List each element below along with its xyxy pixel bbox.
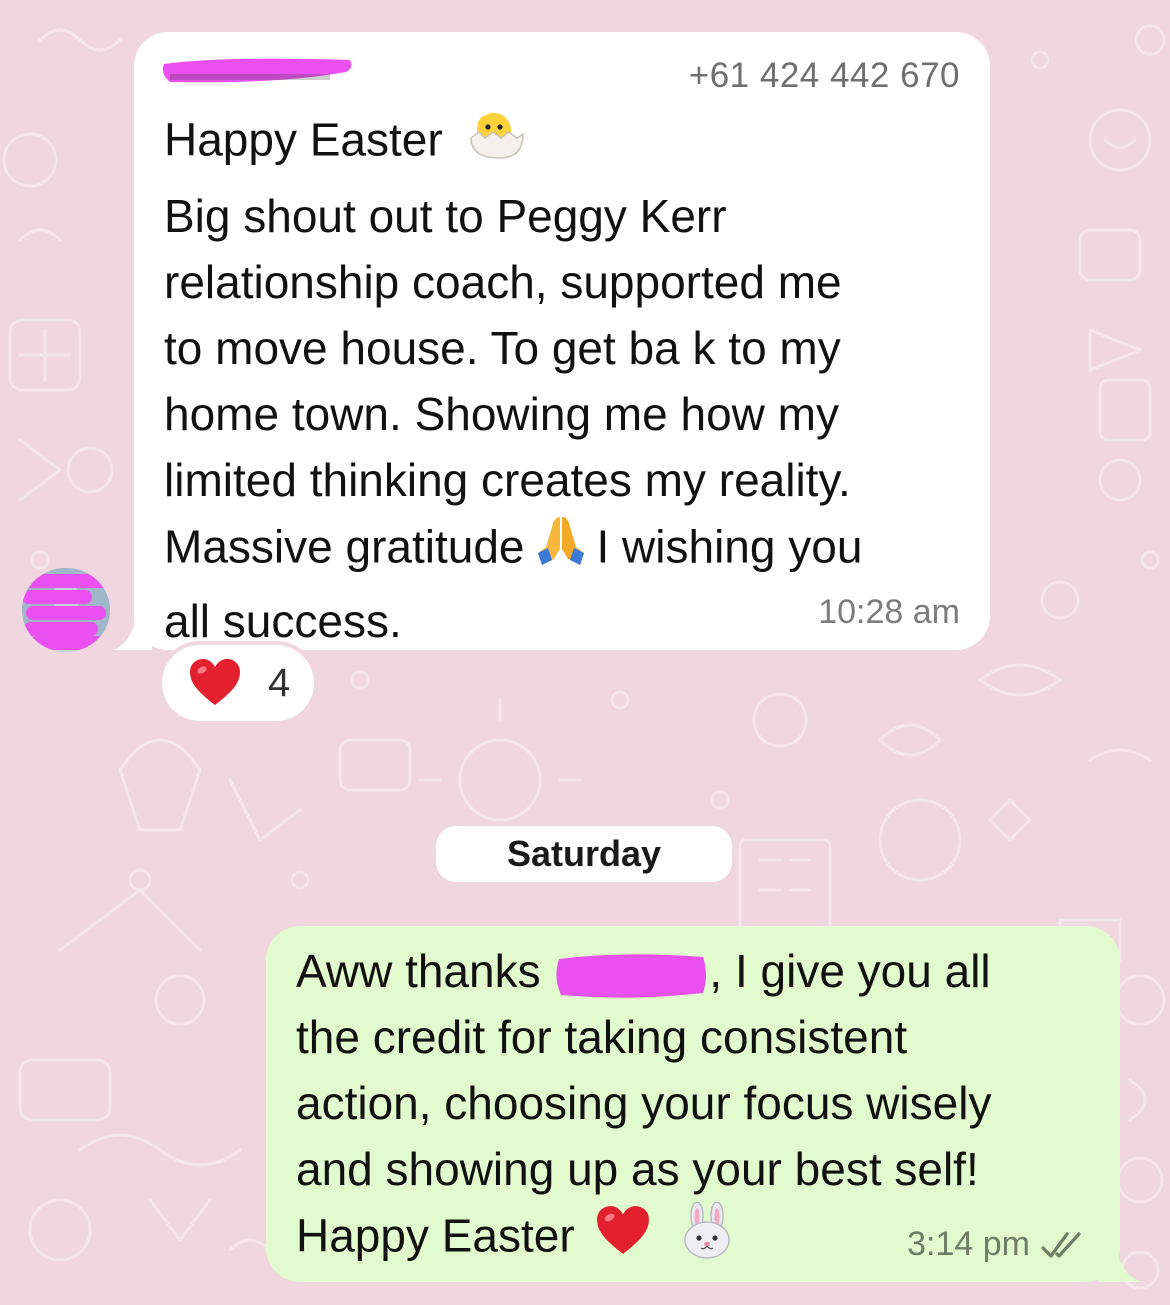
bunny-face-icon xyxy=(680,1201,734,1277)
message-line: Big shout out to Peggy Kerr xyxy=(164,190,727,242)
outgoing-message-bubble[interactable]: Aww thanks , I give you all the credit f… xyxy=(266,926,1120,1282)
message-line: limited thinking creates my reality. xyxy=(164,454,851,506)
message-text-segment: Happy Easter xyxy=(164,113,443,166)
message-text-segment: Aww thanks xyxy=(296,945,541,997)
outgoing-message-status: 3:14 pm xyxy=(907,1225,1090,1264)
message-text-segment: Massive gratitude xyxy=(164,520,525,573)
message-line: relationship coach, supported me xyxy=(164,256,842,308)
reaction-pill[interactable]: 4 xyxy=(162,645,314,721)
message-line: action, choosing your focus wisely xyxy=(296,1077,992,1129)
message-text-segment: I wishing you xyxy=(596,520,863,573)
redacted-sender-name xyxy=(162,58,352,83)
hatching-chick-icon xyxy=(463,104,525,183)
message-line: the credit for taking consistent xyxy=(296,1011,908,1063)
sender-avatar[interactable] xyxy=(22,568,110,652)
message-line: Happy Easter xyxy=(164,104,974,183)
message-text-segment: , I give you all xyxy=(709,945,991,997)
double-check-icon xyxy=(1041,1231,1081,1258)
folded-hands-icon xyxy=(533,513,589,588)
date-separator: Saturday xyxy=(436,826,732,882)
date-separator-label: Saturday xyxy=(506,833,662,874)
red-heart-icon xyxy=(595,1205,651,1274)
message-line: home town. Showing me how my xyxy=(164,388,839,440)
sender-phone-number[interactable]: +61 424 442 670 xyxy=(689,56,960,96)
incoming-message-text: Happy Easter Big shout out to Peggy Kerr… xyxy=(164,104,974,654)
incoming-message-time: 10:28 am xyxy=(818,593,960,631)
message-text-segment: Happy Easter xyxy=(296,1209,575,1262)
message-line: Aww thanks , I give you all xyxy=(296,938,1106,1004)
message-line: to move house. To get ba k to my xyxy=(164,322,841,374)
outgoing-message-time: 3:14 pm xyxy=(907,1225,1030,1263)
red-heart-icon xyxy=(190,659,240,705)
message-line: and showing up as your best self! xyxy=(296,1143,979,1195)
reaction-count: 4 xyxy=(268,660,291,705)
redacted-name xyxy=(556,954,707,998)
incoming-message-bubble[interactable]: +61 424 442 670 Happy Easter Big shout o… xyxy=(134,32,990,650)
message-line: Massive gratitude I wishing you xyxy=(164,513,974,588)
